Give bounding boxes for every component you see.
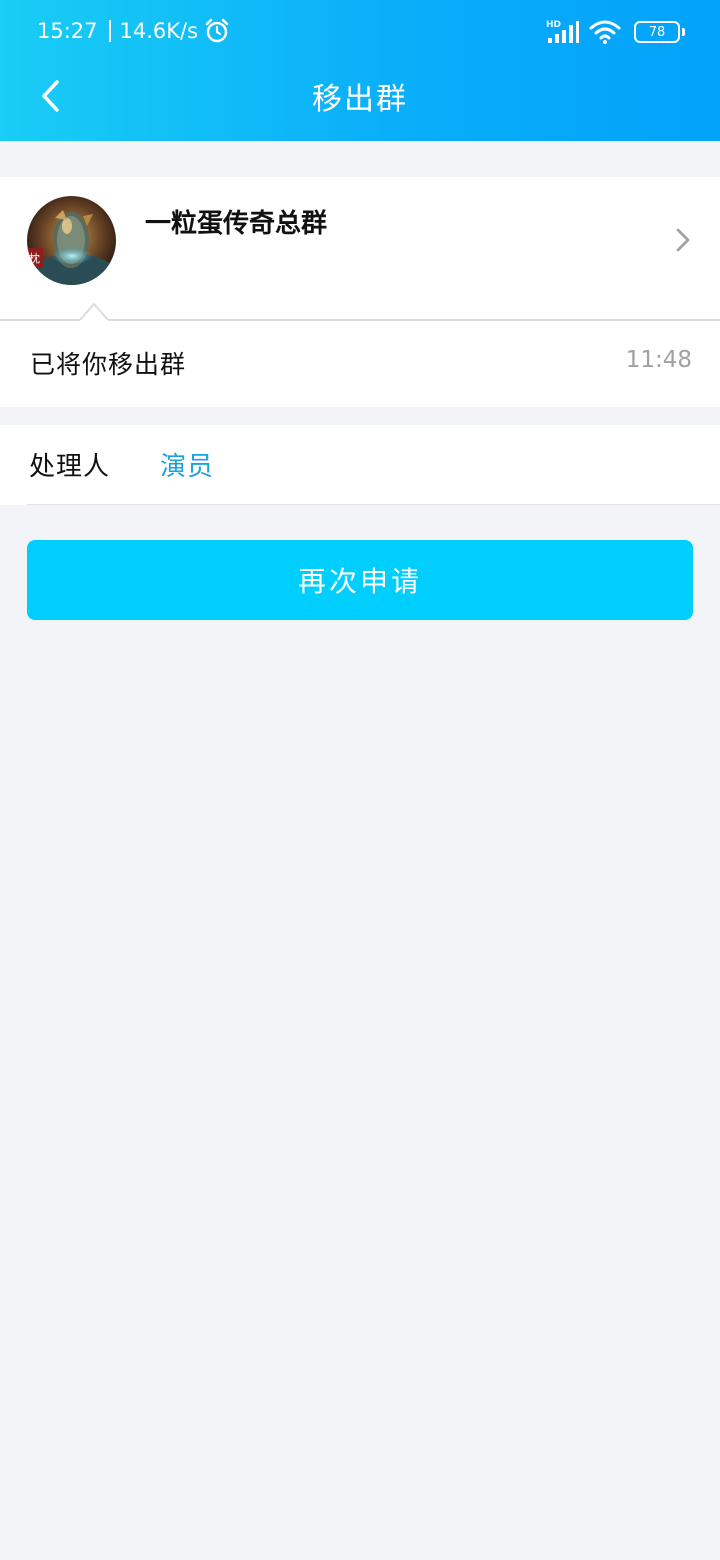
status-left: 15:27 14.6K/s xyxy=(37,15,230,47)
message-text: 已将你移出群 xyxy=(30,350,187,379)
signal-hd-label: HD xyxy=(546,20,561,30)
message-time: 11:48 xyxy=(625,347,692,373)
card-pointer xyxy=(80,302,108,321)
page-title: 移出群 xyxy=(312,82,408,117)
avatar-image: 枕 xyxy=(27,196,116,285)
wifi-icon xyxy=(589,20,621,44)
status-right: HD 78 xyxy=(546,17,685,47)
status-separator xyxy=(108,20,111,42)
handler-divider xyxy=(27,504,720,505)
alarm-icon xyxy=(205,18,229,43)
status-bar: 15:27 14.6K/s HD 78 xyxy=(0,0,720,62)
status-time: 15:27 xyxy=(37,19,98,43)
handler-row: 处理人 演员 xyxy=(0,425,720,505)
group-name[interactable]: 一粒蛋传奇总群 xyxy=(145,203,327,240)
signal-icon: HD xyxy=(546,20,579,43)
network-speed: 14.6K/s xyxy=(119,19,199,43)
battery-level: 78 xyxy=(648,24,666,40)
group-avatar[interactable]: 枕 xyxy=(27,196,116,285)
message-row: 已将你移出群 11:48 xyxy=(0,321,720,407)
chevron-right-icon[interactable] xyxy=(672,225,694,255)
battery-icon: 78 xyxy=(634,21,685,43)
handler-name-link[interactable]: 演员 xyxy=(160,446,214,483)
nav-bar: 移出群 xyxy=(0,62,720,128)
header: 15:27 14.6K/s HD 78 移出群 xyxy=(0,0,720,141)
handler-label: 处理人 xyxy=(29,452,111,482)
group-card[interactable]: 枕 一粒蛋传奇总群 xyxy=(0,177,720,320)
svg-text:枕: 枕 xyxy=(29,251,40,265)
reapply-button[interactable]: 再次申请 xyxy=(27,540,693,620)
